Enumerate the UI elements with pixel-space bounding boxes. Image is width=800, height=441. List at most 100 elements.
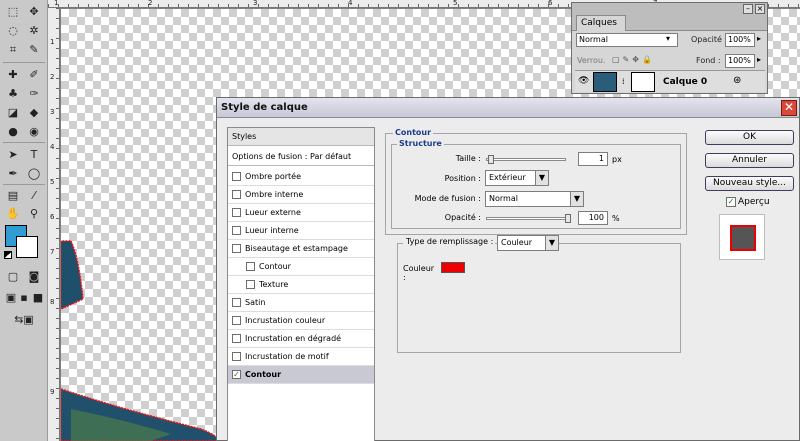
chevron-down-icon: ▼: [545, 236, 558, 250]
panel-minimize-button[interactable]: –: [743, 4, 753, 14]
size-slider-thumb[interactable]: [487, 155, 494, 164]
notes-tool-icon[interactable]: ▤: [4, 187, 22, 203]
style-item-label: Lueur interne: [245, 226, 299, 235]
quick-mask-icon[interactable]: ◙: [25, 268, 43, 284]
type-tool-icon[interactable]: T: [25, 146, 43, 162]
blend-options-item[interactable]: Options de fusion : Par défaut: [228, 148, 374, 166]
screen-mode-full-icon[interactable]: ■: [31, 289, 45, 305]
close-button[interactable]: ✕: [781, 100, 797, 116]
chevron-right-icon[interactable]: ▸: [757, 34, 761, 43]
style-item[interactable]: Lueur interne: [228, 222, 374, 240]
ruler-number: 1: [50, 38, 55, 46]
style-item[interactable]: Contour: [228, 258, 374, 276]
layer-row[interactable]: 👁 ⁞ Calque 0 ⊛: [575, 70, 765, 92]
zoom-tool-icon[interactable]: ⚲: [25, 205, 43, 221]
shape-tool-icon[interactable]: ◯: [25, 165, 43, 181]
ruler-number: 5: [50, 178, 55, 186]
path-selection-icon[interactable]: ➤: [4, 146, 22, 162]
toolbox-divider: [3, 62, 45, 63]
opacity-input[interactable]: 100: [578, 211, 608, 225]
jump-to-imageready-icon[interactable]: ⇆▣: [6, 311, 42, 327]
marquee-tool-icon[interactable]: ⬚: [4, 3, 22, 19]
move-tool-icon[interactable]: ✥: [25, 3, 43, 19]
checkbox-icon[interactable]: [232, 316, 241, 325]
style-item[interactable]: Satin: [228, 294, 374, 312]
hand-tool-icon[interactable]: ✋: [4, 205, 22, 221]
panel-close-button[interactable]: ×: [755, 4, 765, 14]
checkbox-icon[interactable]: [232, 298, 241, 307]
layer-fill-input[interactable]: 100%: [725, 54, 755, 68]
ruler-vertical: 1 2 3 4 5 6 7 8 9: [48, 8, 60, 441]
pen-tool-icon[interactable]: ✒: [4, 165, 22, 181]
brush-tool-icon[interactable]: ✐: [25, 66, 43, 82]
lasso-tool-icon[interactable]: ◌: [4, 22, 22, 38]
slice-tool-icon[interactable]: ✎: [25, 41, 43, 57]
default-colors-icon[interactable]: [4, 251, 12, 259]
style-item[interactable]: ✓ Contour: [228, 366, 374, 384]
crop-tool-icon[interactable]: ⌗: [4, 41, 22, 57]
paint-bucket-icon[interactable]: ◆: [25, 104, 43, 120]
stroke-color-swatch[interactable]: [441, 262, 465, 273]
opacity-slider-track[interactable]: [486, 214, 571, 223]
checkbox-icon[interactable]: [232, 352, 241, 361]
cancel-button[interactable]: Annuler: [705, 153, 794, 168]
opacity-slider-thumb[interactable]: [565, 214, 571, 223]
ruler-number: 7: [50, 248, 55, 256]
ruler-number: 6: [548, 0, 553, 7]
style-item[interactable]: Ombre interne: [228, 186, 374, 204]
style-item[interactable]: Biseautage et estampage: [228, 240, 374, 258]
style-item[interactable]: Incrustation en dégradé: [228, 330, 374, 348]
blur-tool-icon[interactable]: ●: [4, 123, 22, 139]
checkbox-icon[interactable]: [232, 190, 241, 199]
history-brush-icon[interactable]: ✑: [25, 85, 43, 101]
styles-header[interactable]: Styles: [228, 128, 374, 146]
layer-effects-icon[interactable]: ⊛: [733, 75, 741, 86]
checkbox-icon[interactable]: [246, 262, 255, 271]
chevron-right-icon[interactable]: ▸: [757, 55, 761, 64]
checkbox-icon[interactable]: [232, 208, 241, 217]
clone-stamp-icon[interactable]: ♣: [4, 85, 22, 101]
checkbox-icon[interactable]: [246, 280, 255, 289]
style-item[interactable]: Incrustation de motif: [228, 348, 374, 366]
eyedropper-icon[interactable]: ⁄: [25, 187, 43, 203]
style-item[interactable]: Incrustation couleur: [228, 312, 374, 330]
size-slider-track[interactable]: [486, 155, 566, 164]
preview-checkbox[interactable]: ✓ Aperçu: [726, 197, 770, 207]
ruler-number: 3: [50, 108, 55, 116]
checkbox-icon[interactable]: [232, 226, 241, 235]
opacity-unit: %: [612, 214, 620, 223]
lock-icons[interactable]: ▢✎✥🔒: [612, 55, 655, 64]
healing-brush-icon[interactable]: ✚: [4, 66, 22, 82]
ruler-number: 1: [54, 0, 59, 7]
checkbox-icon[interactable]: [232, 334, 241, 343]
blend-mode-select[interactable]: Normal ▼: [485, 191, 584, 207]
checkbox-icon[interactable]: [232, 244, 241, 253]
checkbox-icon[interactable]: [232, 172, 241, 181]
style-item-label: Contour: [259, 262, 291, 271]
ok-button[interactable]: OK: [705, 130, 794, 145]
eye-icon[interactable]: 👁: [578, 76, 589, 86]
checkbox-icon[interactable]: ✓: [232, 370, 241, 379]
dialog-titlebar[interactable]: Style de calque ✕: [217, 98, 799, 118]
layer-opacity-input[interactable]: 100%: [725, 33, 755, 47]
ruler-number: 8: [50, 298, 55, 306]
size-input[interactable]: 1: [578, 152, 608, 166]
new-style-button[interactable]: Nouveau style...: [705, 176, 794, 191]
standard-mode-icon[interactable]: ▢: [4, 268, 22, 284]
magic-wand-icon[interactable]: ✲: [25, 22, 43, 38]
chain-icon: ⁞: [622, 77, 625, 86]
style-item[interactable]: Ombre portée: [228, 168, 374, 186]
position-select[interactable]: Extérieur ▼: [485, 170, 549, 186]
tab-layers[interactable]: Calques: [576, 15, 626, 31]
style-item[interactable]: Texture: [228, 276, 374, 294]
style-item-label: Satin: [245, 298, 266, 307]
layer-blend-mode-select[interactable]: Normal: [576, 33, 678, 47]
dodge-tool-icon[interactable]: ◉: [25, 123, 43, 139]
screen-mode-full-menu-icon[interactable]: ▪: [17, 289, 31, 305]
fill-type-select[interactable]: Couleur ▼: [497, 235, 559, 251]
checkbox-icon[interactable]: ✓: [726, 197, 736, 207]
eraser-tool-icon[interactable]: ◪: [4, 104, 22, 120]
background-color-swatch[interactable]: [16, 236, 38, 258]
toolbox: ⬚ ✥ ◌ ✲ ⌗ ✎ ✚ ✐ ♣ ✑ ◪ ◆ ● ◉ ➤ T ✒ ◯ ▤ ⁄ …: [0, 0, 48, 441]
style-item[interactable]: Lueur externe: [228, 204, 374, 222]
